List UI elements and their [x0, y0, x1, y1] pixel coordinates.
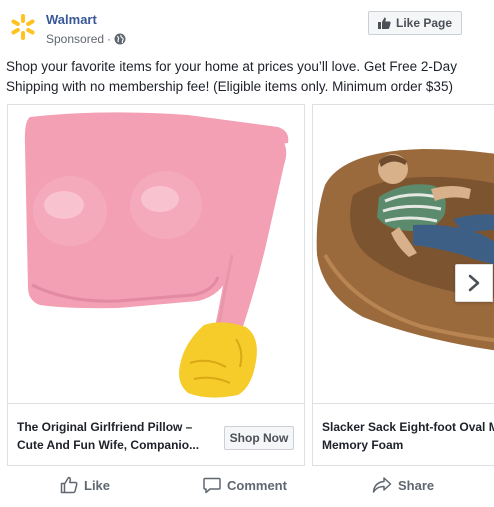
thumbs-up-icon [377, 17, 391, 29]
sponsored-label[interactable]: Sponsored [46, 32, 104, 46]
share-arrow-icon [372, 477, 392, 493]
share-button[interactable]: Share [372, 468, 434, 502]
comment-label: Comment [227, 477, 287, 493]
like-page-label: Like Page [395, 16, 453, 30]
product-carousel[interactable]: The Original Girlfriend Pillow – Cute An… [0, 104, 494, 466]
like-page-button[interactable]: Like Page [368, 11, 462, 35]
thumbs-up-outline-icon [60, 476, 78, 494]
globe-icon[interactable] [114, 33, 126, 45]
card-title[interactable]: The Original Girlfriend Pillow – Cute An… [17, 418, 217, 454]
share-label: Share [398, 477, 435, 493]
product-image-pillow[interactable] [8, 105, 304, 403]
carousel-next-button[interactable] [455, 264, 493, 302]
separator-dot: · [107, 32, 112, 46]
sponsored-row: Sponsored · [46, 32, 126, 46]
card-footer[interactable]: The Original Girlfriend Pillow – Cute An… [8, 403, 304, 465]
like-label: Like [84, 477, 111, 493]
chevron-right-icon [468, 274, 480, 292]
comment-button[interactable]: Comment [203, 468, 287, 502]
walmart-logo[interactable] [8, 12, 38, 42]
post-text: Shop your favorite items for your home a… [6, 59, 457, 94]
like-button[interactable]: Like [60, 468, 110, 502]
page-name-link[interactable]: Walmart [46, 12, 97, 27]
card-footer[interactable]: Slacker Sack Eight-foot Oval Microfiber … [313, 403, 494, 465]
product-image-bean-bag[interactable] [313, 105, 494, 403]
post-action-bar: Like Comment Share [0, 468, 494, 502]
card-title[interactable]: Slacker Sack Eight-foot Oval Microfiber … [322, 418, 494, 454]
comment-icon [203, 477, 221, 494]
carousel-card[interactable]: The Original Girlfriend Pillow – Cute An… [7, 104, 305, 466]
shop-now-button[interactable]: Shop Now [224, 426, 294, 450]
sponsored-post: Walmart Sponsored · Like Page Shop your … [0, 0, 494, 507]
